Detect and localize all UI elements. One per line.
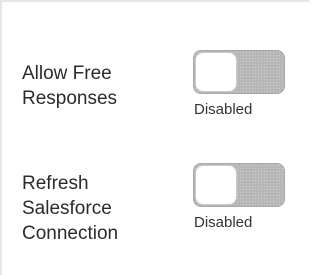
- toggle-knob: [195, 165, 237, 205]
- toggle-knob: [195, 52, 237, 92]
- refresh-salesforce-connection-toggle[interactable]: [193, 163, 285, 207]
- panel-top-border: [0, 0, 309, 2]
- allow-free-responses-label: Allow Free Responses: [22, 63, 118, 109]
- panel-left-border: [0, 0, 2, 275]
- allow-free-responses-toggle[interactable]: [193, 50, 285, 94]
- refresh-salesforce-connection-label: Refresh Salesforce Connection: [22, 173, 119, 244]
- allow-free-responses-status: Disabled: [194, 101, 253, 118]
- refresh-salesforce-connection-status: Disabled: [194, 214, 253, 231]
